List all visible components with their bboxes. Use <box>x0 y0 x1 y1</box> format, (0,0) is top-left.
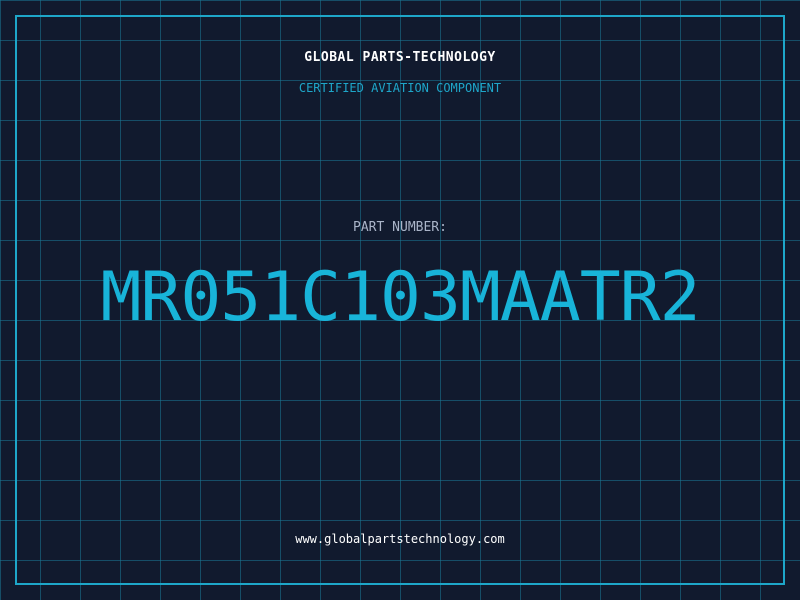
certification-tagline: CERTIFIED AVIATION COMPONENT <box>298 81 502 95</box>
website-url: www.globalpartstechnology.com <box>295 532 505 546</box>
part-number-value: MR051C103MAATR2 <box>100 258 700 337</box>
company-name: GLOBAL PARTS-TECHNOLOGY <box>304 50 496 65</box>
part-number-label: PART NUMBER: <box>353 220 447 235</box>
part-card: GLOBAL PARTS-TECHNOLOGY CERTIFIED AVIATI… <box>0 0 800 600</box>
